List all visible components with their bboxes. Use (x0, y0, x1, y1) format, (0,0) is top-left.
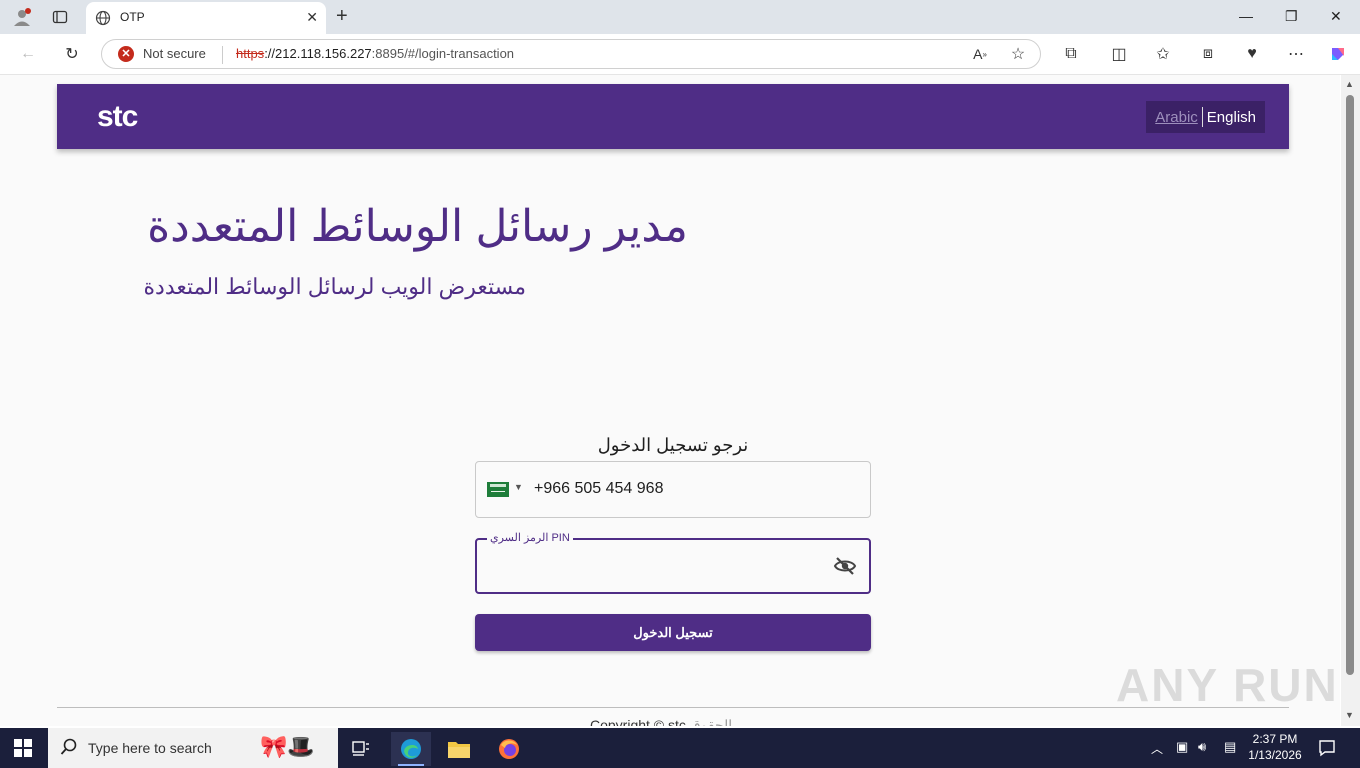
language-english-link[interactable]: English (1207, 109, 1256, 126)
clock-time[interactable]: 2:37 PM (1250, 732, 1300, 746)
back-icon[interactable]: ← (16, 42, 40, 66)
scroll-thumb[interactable] (1346, 95, 1354, 675)
extensions-icon[interactable]: ⧉ (1059, 42, 1083, 66)
copilot-icon[interactable] (1326, 42, 1350, 66)
login-button[interactable]: تسجيل الدخول (475, 614, 871, 651)
split-screen-icon[interactable]: ◫ (1107, 42, 1131, 66)
clock-date[interactable]: 1/13/2026 (1244, 748, 1306, 762)
profile-avatar-icon[interactable] (8, 4, 36, 30)
url-path: :8895/#/login-transaction (371, 46, 515, 61)
firefox-icon[interactable] (489, 732, 529, 766)
edge-taskbar-icon[interactable] (391, 732, 431, 766)
saudi-flag-icon[interactable] (487, 482, 509, 497)
tab-actions-icon[interactable] (46, 4, 74, 30)
page-title: مدير رسائل الوسائط المتعددة (147, 202, 688, 251)
close-window-icon[interactable]: ✕ (1330, 8, 1342, 25)
globe-icon (95, 10, 111, 26)
country-dropdown-caret-icon[interactable]: ▼ (514, 482, 523, 492)
not-secure-label[interactable]: Not secure (143, 46, 206, 61)
tab-otp[interactable]: OTP ✕ (86, 2, 326, 34)
site-header: stc Arabic English (57, 84, 1289, 149)
search-highlight-icon: 🎀🎩 (260, 734, 315, 759)
copyright-english: Copyright © stc (590, 717, 686, 726)
windows-start-icon[interactable] (14, 739, 32, 757)
tray-chevron-icon[interactable]: ︿ (1151, 740, 1163, 757)
url-scheme: https (236, 46, 265, 61)
search-icon (60, 738, 77, 755)
refresh-icon[interactable]: ↻ (60, 42, 84, 66)
search-placeholder: Type here to search (88, 740, 212, 756)
new-tab-icon[interactable]: + (336, 6, 348, 26)
language-arabic-link[interactable]: Arabic (1155, 109, 1198, 126)
collections-icon[interactable]: ⧈ (1196, 42, 1220, 66)
tab-title: OTP (120, 10, 145, 24)
read-aloud-icon[interactable]: A» (968, 42, 992, 66)
file-explorer-icon[interactable] (439, 732, 479, 766)
omnibox-divider (222, 46, 223, 64)
pin-field[interactable]: الرمز السري PIN (475, 531, 871, 594)
taskbar-search-box[interactable]: Type here to search 🎀🎩 (48, 728, 338, 768)
language-switcher: Arabic English (1146, 101, 1265, 133)
favorite-star-icon[interactable]: ☆ (1006, 42, 1030, 66)
url-text[interactable]: https://212.118.156.227:8895/#/login-tra… (236, 46, 514, 61)
task-view-icon[interactable] (341, 732, 381, 766)
restore-icon[interactable]: ❐ (1285, 8, 1298, 25)
warning-icon[interactable]: ✕ (118, 46, 134, 62)
page-scrollbar[interactable]: ▲ ▼ (1341, 75, 1360, 726)
scroll-up-icon[interactable]: ▲ (1345, 79, 1354, 89)
footer-divider (57, 707, 1289, 708)
browser-essentials-icon[interactable]: ♥ (1240, 42, 1264, 66)
anyrun-watermark: ANY RUN (1116, 659, 1339, 711)
close-tab-icon[interactable]: ✕ (306, 10, 318, 24)
minimize-icon[interactable]: — (1239, 8, 1253, 24)
stc-logo[interactable]: stc (97, 102, 138, 132)
tab-strip: OTP ✕ + — ❐ ✕ (0, 0, 1360, 34)
notification-center-icon[interactable] (1318, 739, 1336, 757)
visibility-off-icon[interactable] (833, 554, 857, 578)
language-divider (1201, 107, 1203, 127)
flag-sword (491, 491, 505, 492)
phone-number-field[interactable]: ▼ +966 505 454 968 (475, 461, 871, 518)
copyright-text: Copyright © stc الحقوق (590, 717, 732, 726)
login-heading: نرجو تسجيل الدخول (597, 435, 749, 455)
copyright-arabic: الحقوق (685, 717, 733, 726)
page-subtitle: مستعرض الويب لرسائل الوسائط المتعددة (143, 274, 527, 299)
phone-number-value[interactable]: +966 505 454 968 (534, 480, 663, 498)
active-app-indicator (398, 764, 424, 766)
more-menu-icon[interactable]: ⋯ (1284, 42, 1308, 66)
scroll-down-icon[interactable]: ▼ (1345, 710, 1354, 720)
flag-inscription (490, 484, 506, 487)
address-bar[interactable]: ✕ Not secure https://212.118.156.227:889… (101, 39, 1041, 69)
windows-taskbar: Type here to search 🎀🎩 ︿ ▣ 🔊︎ ▤ 2:37 PM … (0, 728, 1360, 768)
meet-now-icon[interactable]: ▣ (1176, 739, 1188, 755)
volume-icon[interactable]: 🔊︎ (1198, 739, 1206, 755)
network-icon[interactable]: ▤ (1224, 739, 1236, 755)
page-viewport: stc Arabic English مدير رسائل الوسائط ال… (0, 75, 1340, 726)
pin-field-label: الرمز السري PIN (487, 531, 573, 544)
url-host: ://212.118.156.227 (264, 46, 372, 61)
browser-toolbar: ← ↻ ✕ Not secure https://212.118.156.227… (0, 34, 1360, 75)
favorites-icon[interactable]: ✩ (1151, 42, 1175, 66)
